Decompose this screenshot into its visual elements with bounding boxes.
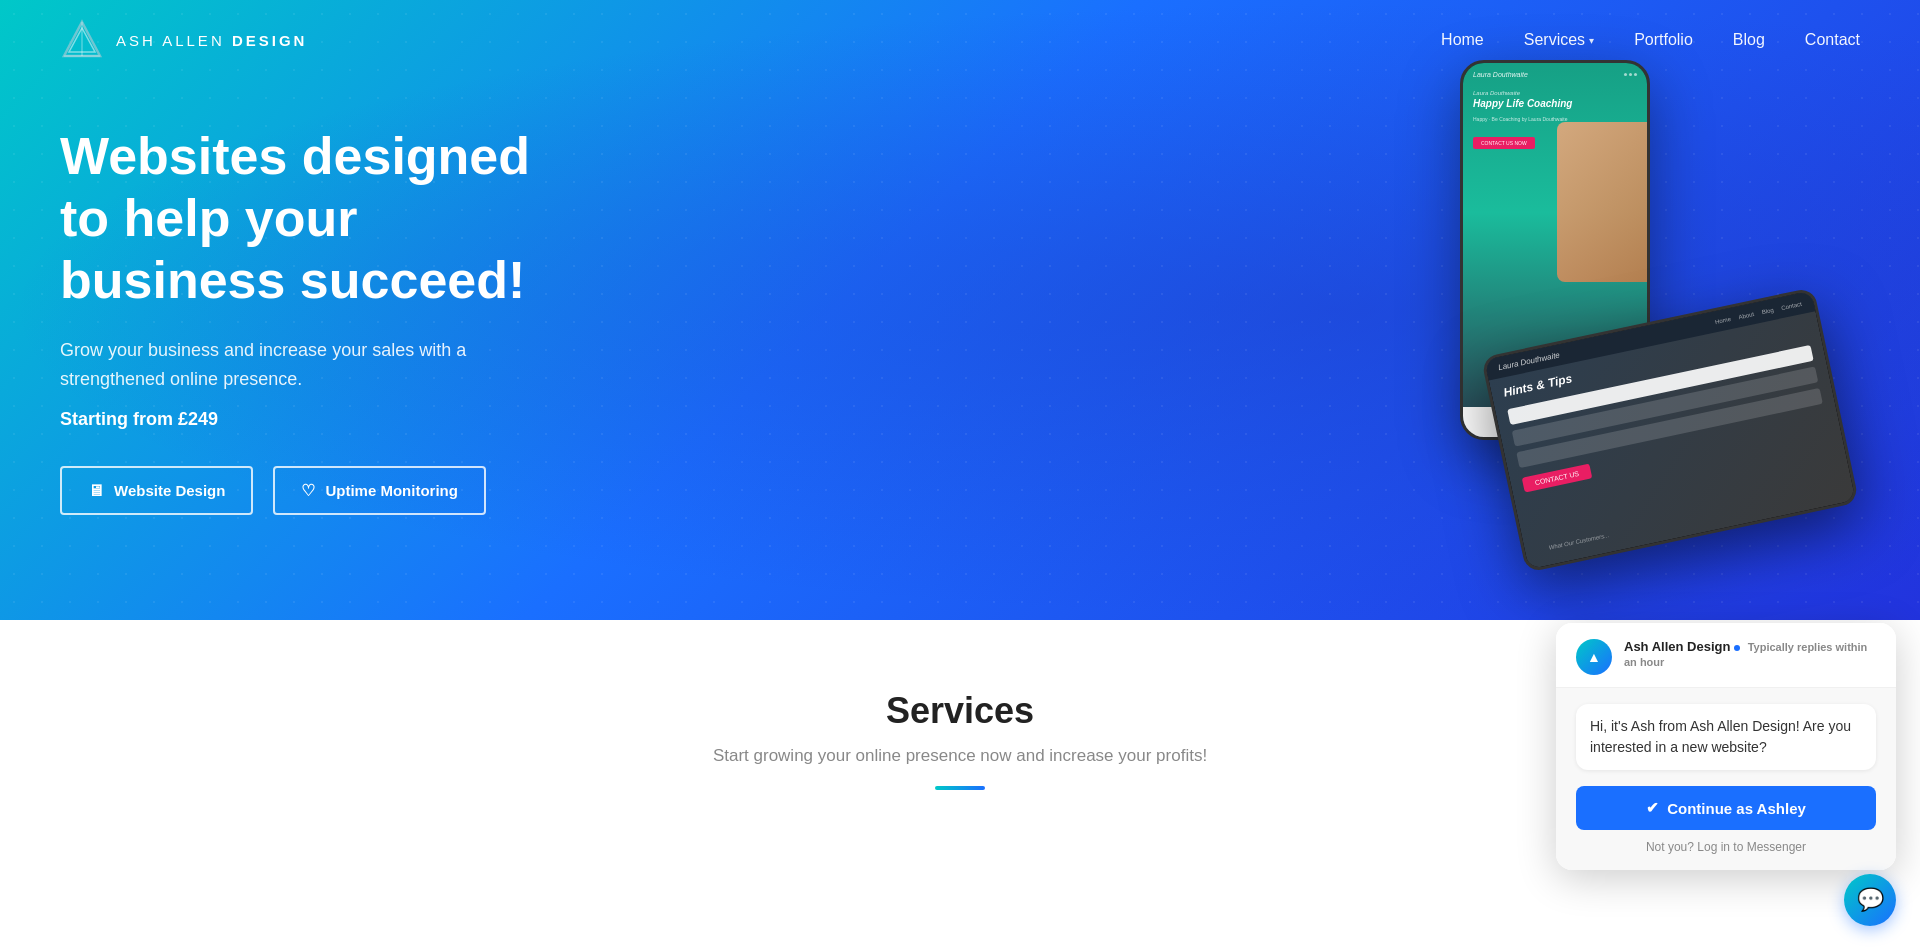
chat-body: Hi, it's Ash from Ash Allen Design! Are … xyxy=(1556,688,1896,830)
navbar: ASH ALLEN DESIGN Home Services ▾ Portfol… xyxy=(0,0,1920,80)
messenger-check-icon: ✔ xyxy=(1646,799,1659,817)
website-design-button[interactable]: 🖥 Website Design xyxy=(60,466,253,515)
hero-title: Websites designed to help your business … xyxy=(60,125,580,312)
hero-price: Starting from £249 xyxy=(60,409,580,430)
nav-blog[interactable]: Blog xyxy=(1733,31,1765,48)
chat-avatar-icon: ▲ xyxy=(1587,649,1601,665)
logo-icon xyxy=(60,18,104,62)
hero-section: Websites designed to help your business … xyxy=(0,0,1920,620)
nav-portfolio[interactable]: Portfolio xyxy=(1634,31,1693,48)
continue-as-ashley-button[interactable]: ✔ Continue as Ashley xyxy=(1576,786,1876,830)
uptime-monitoring-button[interactable]: ♡ Uptime Monitoring xyxy=(273,466,485,515)
logo-link[interactable]: ASH ALLEN DESIGN xyxy=(60,18,307,62)
hero-buttons: 🖥 Website Design ♡ Uptime Monitoring xyxy=(60,466,580,515)
nav-services[interactable]: Services ▾ xyxy=(1524,31,1594,49)
chat-status-dot xyxy=(1734,645,1740,651)
hero-content: Websites designed to help your business … xyxy=(60,125,580,516)
hero-subtitle: Grow your business and increase your sal… xyxy=(60,336,520,394)
services-underline xyxy=(935,786,985,790)
hero-phones: Laura Douthwaite Laura Douthwaite Happy … xyxy=(1400,60,1840,560)
chat-bubble: Hi, it's Ash from Ash Allen Design! Are … xyxy=(1576,704,1876,770)
heart-icon: ♡ xyxy=(301,481,315,500)
dropdown-arrow-icon: ▾ xyxy=(1589,35,1594,46)
nav-contact[interactable]: Contact xyxy=(1805,31,1860,48)
chat-header-info: Ash Allen Design Typically replies withi… xyxy=(1624,639,1876,669)
chat-avatar: ▲ xyxy=(1576,639,1612,675)
logo-text: ASH ALLEN DESIGN xyxy=(116,32,307,49)
nav-links: Home Services ▾ Portfolio Blog Contact xyxy=(1441,31,1860,49)
chat-widget: ▲ Ash Allen Design Typically replies wit… xyxy=(1556,623,1896,830)
nav-home[interactable]: Home xyxy=(1441,31,1484,48)
chat-widget-header: ▲ Ash Allen Design Typically replies wit… xyxy=(1556,623,1896,688)
monitor-icon: 🖥 xyxy=(88,482,104,500)
